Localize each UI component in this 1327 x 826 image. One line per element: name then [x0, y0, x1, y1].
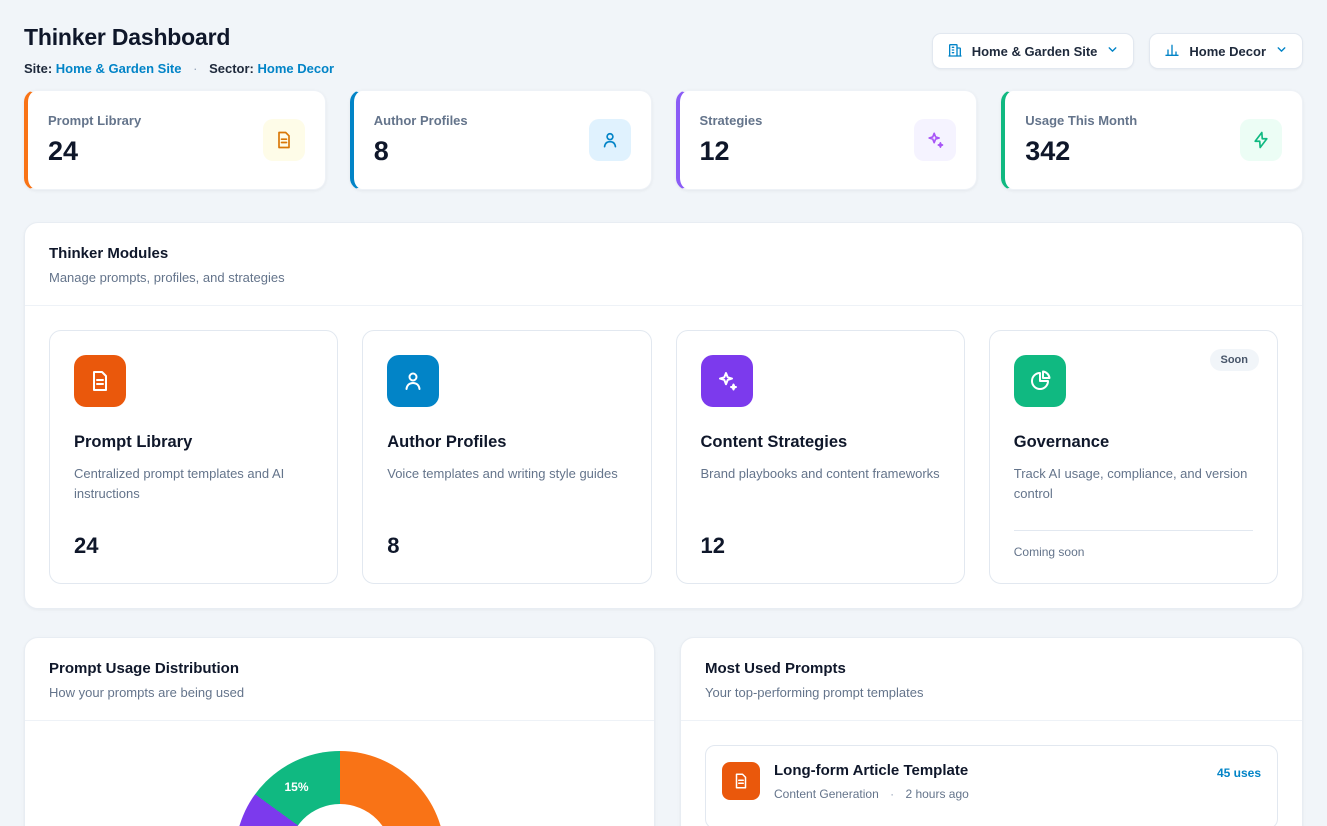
module-title: Content Strategies: [701, 433, 940, 452]
prompt-list-item[interactable]: Long-form Article Template Content Gener…: [705, 745, 1278, 826]
stat-value: 24: [48, 136, 141, 167]
module-card-author-profiles[interactable]: Author Profiles Voice templates and writ…: [362, 330, 651, 584]
coming-soon-note: Coming soon: [1014, 545, 1253, 559]
stat-card-author-profiles: Author Profiles 8: [350, 90, 652, 190]
chevron-down-icon: [1275, 43, 1288, 59]
stat-label: Author Profiles: [374, 113, 468, 128]
stat-value: 342: [1025, 136, 1137, 167]
module-card-prompt-library[interactable]: Prompt Library Centralized prompt templa…: [49, 330, 338, 584]
divider: [1014, 530, 1253, 531]
stat-label: Strategies: [700, 113, 763, 128]
site-selector-value: Home & Garden Site: [972, 44, 1098, 59]
sparkle-star-icon: [914, 119, 956, 161]
usage-panel-title: Prompt Usage Distribution: [49, 660, 630, 677]
stat-label: Usage This Month: [1025, 113, 1137, 128]
donut-chart: 15%: [235, 751, 445, 826]
modules-panel-subtitle: Manage prompts, profiles, and strategies: [49, 270, 1278, 285]
module-card-content-strategies[interactable]: Content Strategies Brand playbooks and c…: [676, 330, 965, 584]
stat-card-strategies: Strategies 12: [676, 90, 978, 190]
stat-value: 12: [700, 136, 763, 167]
module-description: Centralized prompt templates and AI inst…: [74, 464, 313, 504]
modules-panel-title: Thinker Modules: [49, 245, 1278, 262]
document-icon: [74, 355, 126, 407]
module-description: Track AI usage, compliance, and version …: [1014, 464, 1253, 504]
stat-card-usage: Usage This Month 342: [1001, 90, 1303, 190]
modules-grid: Prompt Library Centralized prompt templa…: [25, 306, 1302, 608]
sparkle-star-icon: [701, 355, 753, 407]
module-count: 12: [701, 533, 940, 559]
lightning-icon: [1240, 119, 1282, 161]
sector-selector-value: Home Decor: [1189, 44, 1266, 59]
person-icon: [589, 119, 631, 161]
module-title: Governance: [1014, 433, 1253, 452]
prompt-meta: Content Generation · 2 hours ago: [774, 787, 1203, 801]
prompt-time: 2 hours ago: [905, 787, 968, 801]
divider: [25, 720, 654, 721]
breadcrumb: Site: Home & Garden Site · Sector: Home …: [24, 61, 334, 76]
chevron-down-icon: [1106, 43, 1119, 59]
bottom-row: Prompt Usage Distribution How your promp…: [24, 637, 1303, 826]
sector-label: Sector:: [209, 61, 254, 76]
module-description: Voice templates and writing style guides: [387, 464, 626, 484]
separator-dot: ·: [193, 61, 197, 76]
most-used-prompts-panel: Most Used Prompts Your top-performing pr…: [680, 637, 1303, 826]
prompt-uses-badge: 45 uses: [1217, 766, 1261, 780]
document-icon: [263, 119, 305, 161]
module-card-governance[interactable]: Soon Governance Track AI usage, complian…: [989, 330, 1278, 584]
site-link[interactable]: Home & Garden Site: [56, 61, 182, 76]
module-title: Author Profiles: [387, 433, 626, 452]
usage-panel-subtitle: How your prompts are being used: [49, 685, 630, 700]
dashboard-page: Thinker Dashboard Site: Home & Garden Si…: [0, 0, 1327, 826]
site-selector-dropdown[interactable]: Home & Garden Site: [932, 33, 1135, 69]
building-icon: [947, 42, 963, 61]
divider: [681, 720, 1302, 721]
thinker-modules-panel: Thinker Modules Manage prompts, profiles…: [24, 222, 1303, 609]
separator-dot: ·: [890, 787, 894, 801]
stat-value: 8: [374, 136, 468, 167]
module-count: 24: [74, 533, 313, 559]
donut-segment-label: 15%: [284, 780, 308, 794]
prompt-title: Long-form Article Template: [774, 762, 1203, 779]
bar-chart-icon: [1164, 42, 1180, 61]
title-block: Thinker Dashboard Site: Home & Garden Si…: [24, 24, 334, 76]
soon-badge: Soon: [1210, 349, 1260, 371]
prompt-category: Content Generation: [774, 787, 879, 801]
sector-selector-dropdown[interactable]: Home Decor: [1149, 33, 1303, 69]
sector-link[interactable]: Home Decor: [258, 61, 335, 76]
module-count: 8: [387, 533, 626, 559]
module-description: Brand playbooks and content frameworks: [701, 464, 940, 484]
stat-cards-row: Prompt Library 24 Author Profiles 8 Stra…: [24, 90, 1303, 190]
module-title: Prompt Library: [74, 433, 313, 452]
person-icon: [387, 355, 439, 407]
page-header: Thinker Dashboard Site: Home & Garden Si…: [24, 24, 1303, 76]
usage-distribution-panel: Prompt Usage Distribution How your promp…: [24, 637, 655, 826]
page-title: Thinker Dashboard: [24, 24, 334, 51]
stat-label: Prompt Library: [48, 113, 141, 128]
document-icon: [722, 762, 760, 800]
prompts-panel-subtitle: Your top-performing prompt templates: [705, 685, 1278, 700]
pie-chart-icon: [1014, 355, 1066, 407]
stat-card-prompt-library: Prompt Library 24: [24, 90, 326, 190]
site-label: Site:: [24, 61, 52, 76]
prompts-panel-title: Most Used Prompts: [705, 660, 1278, 677]
header-selectors: Home & Garden Site Home Decor: [932, 24, 1303, 69]
